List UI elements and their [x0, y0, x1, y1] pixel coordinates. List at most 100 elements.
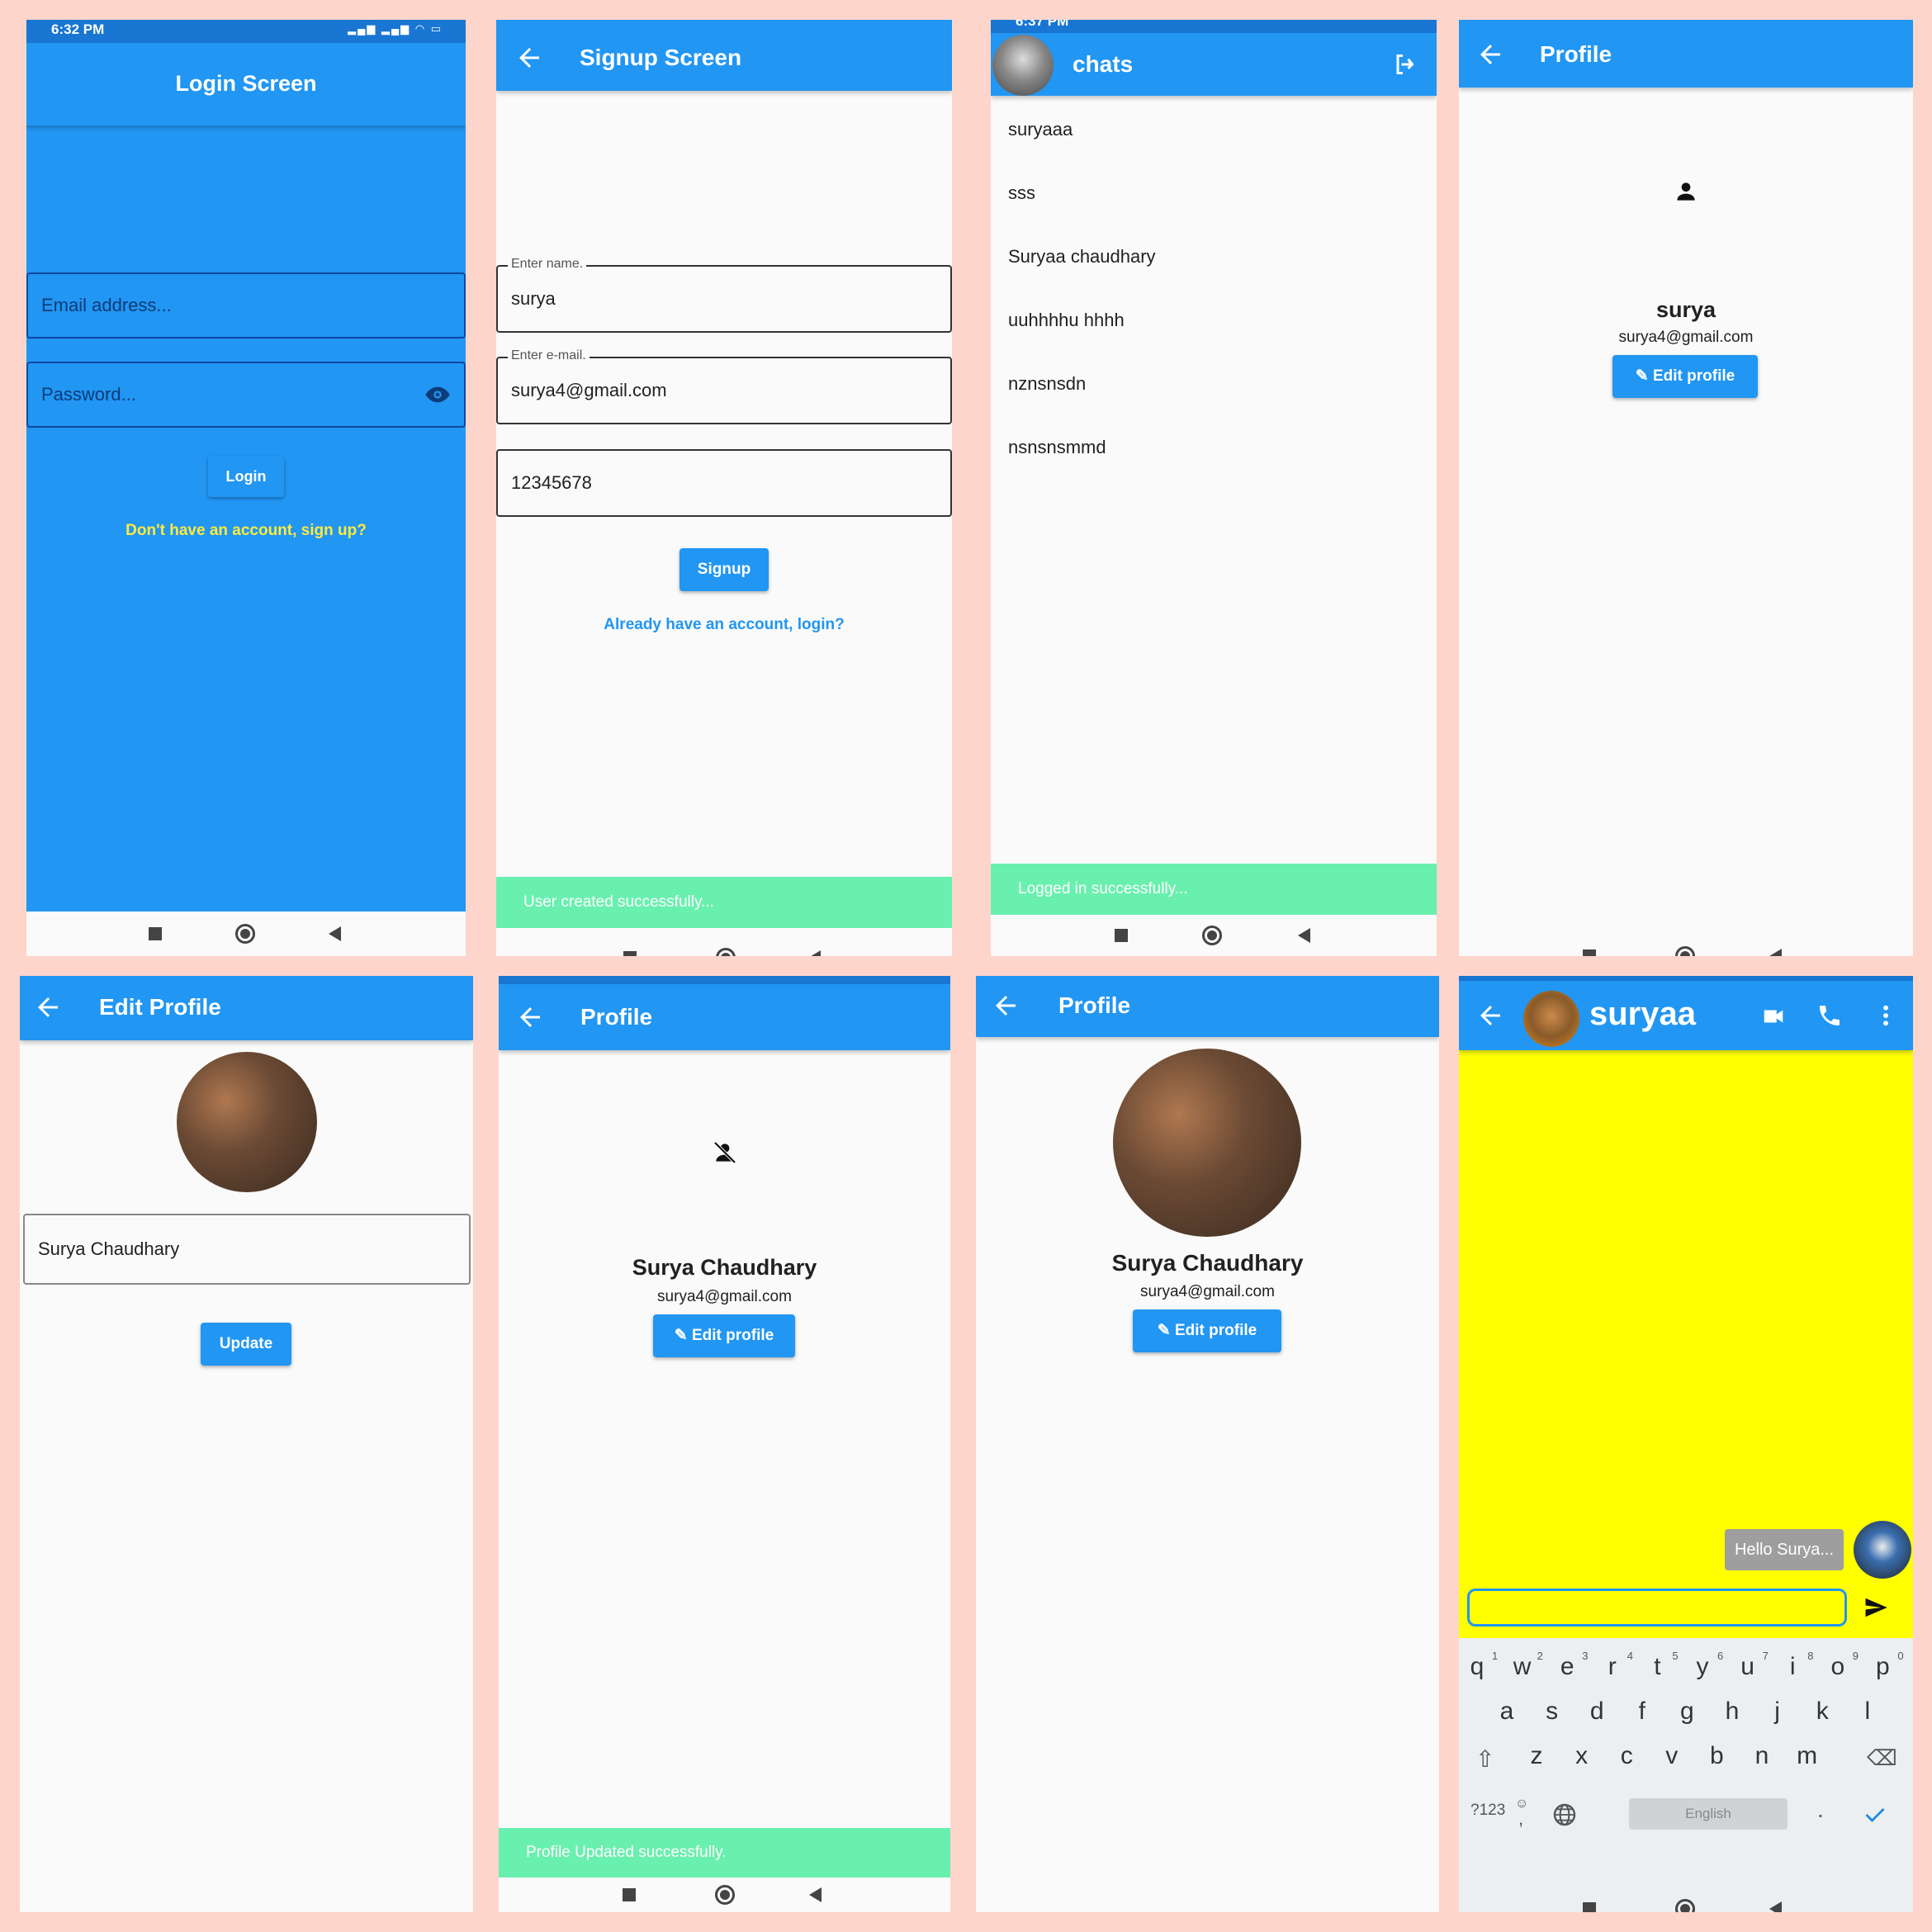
key-e[interactable]: e	[1551, 1653, 1584, 1681]
globe-icon[interactable]	[1551, 1802, 1578, 1828]
app-bar: Signup Screen	[496, 20, 952, 91]
check-icon[interactable]	[1862, 1803, 1888, 1826]
video-call-icon[interactable]	[1759, 1004, 1788, 1029]
password-field[interactable]: Password...	[26, 362, 466, 428]
profile-name: Surya Chaudhary	[632, 1255, 817, 1280]
key-o[interactable]: o	[1821, 1653, 1854, 1681]
key-v[interactable]: v	[1655, 1742, 1688, 1770]
key-g[interactable]: g	[1670, 1698, 1703, 1726]
key-t[interactable]: t	[1641, 1653, 1674, 1681]
more-vert-icon[interactable]	[1880, 1002, 1892, 1029]
send-icon[interactable]	[1862, 1595, 1890, 1620]
key-j[interactable]: j	[1761, 1698, 1794, 1726]
signup-screen: Signup Screen Enter name. surya Enter e-…	[496, 20, 952, 956]
key-c[interactable]: c	[1610, 1742, 1643, 1770]
back-arrow-icon[interactable]	[1475, 1001, 1505, 1030]
space-bar[interactable]: English	[1629, 1798, 1788, 1830]
chat-list-item[interactable]: suryaaa	[1008, 119, 1073, 140]
symbols-key[interactable]: ?123	[1470, 1802, 1505, 1820]
name-value: Surya Chaudhary	[38, 1238, 180, 1259]
back-nav-button[interactable]	[809, 1887, 822, 1902]
snackbar-text: Logged in successfully...	[1018, 880, 1188, 897]
key-m[interactable]: m	[1791, 1742, 1824, 1770]
back-arrow-icon[interactable]	[1475, 40, 1505, 69]
signup-button[interactable]: Signup	[680, 548, 769, 591]
phone-icon[interactable]	[1816, 1002, 1843, 1029]
back-nav-button[interactable]	[808, 950, 821, 956]
contact-avatar[interactable]	[1523, 991, 1579, 1047]
backspace-key[interactable]: ⌫	[1867, 1745, 1897, 1771]
email-field[interactable]: Enter e-mail. surya4@gmail.com	[496, 348, 952, 424]
key-i[interactable]: i	[1776, 1653, 1809, 1681]
login-link[interactable]: Already have an account, login?	[496, 616, 952, 634]
edit-profile-button[interactable]: ✎ Edit profile	[653, 1314, 795, 1357]
user-avatar[interactable]	[992, 35, 1054, 96]
logout-icon[interactable]	[1390, 50, 1420, 79]
shift-key[interactable]: ⇧	[1475, 1745, 1494, 1773]
chat-list-item[interactable]: Suryaa chaudhary	[1008, 246, 1156, 268]
key-y[interactable]: y	[1686, 1653, 1719, 1681]
profile-photo-screen: Profile Surya Chaudhary surya4@gmail.com…	[976, 976, 1439, 1912]
recents-button[interactable]	[1583, 949, 1596, 956]
app-bar: Edit Profile	[20, 976, 473, 1040]
recents-button[interactable]	[623, 1888, 636, 1901]
email-field[interactable]: Email address...	[26, 272, 466, 339]
key-p[interactable]: p	[1866, 1653, 1899, 1681]
login-button[interactable]: Login	[208, 456, 284, 497]
period-key[interactable]: .	[1817, 1797, 1824, 1823]
name-field[interactable]: Enter name. surya	[496, 257, 952, 333]
key-d[interactable]: d	[1580, 1698, 1613, 1726]
comma-key[interactable]: ,	[1518, 1808, 1523, 1830]
key-w[interactable]: w	[1506, 1653, 1539, 1681]
edit-profile-label: Edit profile	[691, 1327, 774, 1344]
home-button[interactable]	[716, 948, 736, 956]
email-value: surya4@gmail.com	[511, 380, 667, 400]
edit-profile-button[interactable]: ✎ Edit profile	[1133, 1309, 1281, 1352]
back-arrow-icon[interactable]	[515, 1002, 545, 1032]
key-z[interactable]: z	[1520, 1742, 1553, 1770]
password-field[interactable]: 12345678	[496, 449, 952, 517]
back-nav-button[interactable]	[1298, 928, 1310, 943]
name-value: surya	[511, 288, 556, 309]
edit-profile-button[interactable]: ✎ Edit profile	[1612, 355, 1758, 398]
signup-link[interactable]: Don't have an account, sign up?	[26, 522, 466, 540]
back-arrow-icon[interactable]	[514, 43, 544, 73]
back-nav-button[interactable]	[1769, 1901, 1782, 1912]
key-u[interactable]: u	[1731, 1653, 1764, 1681]
key-x[interactable]: x	[1565, 1742, 1598, 1770]
home-button[interactable]	[715, 1885, 735, 1905]
recents-button[interactable]	[149, 927, 162, 940]
back-arrow-icon[interactable]	[33, 992, 63, 1022]
eye-icon[interactable]	[424, 385, 451, 405]
recents-button[interactable]	[1115, 929, 1128, 942]
app-bar: chats	[991, 33, 1437, 96]
home-button[interactable]	[1675, 1899, 1695, 1912]
chat-list-item[interactable]: nznsnsdn	[1008, 373, 1086, 395]
key-b[interactable]: b	[1700, 1742, 1733, 1770]
name-field[interactable]: Surya Chaudhary	[23, 1214, 471, 1285]
chat-list-item[interactable]: nsnsnsmmd	[1008, 437, 1106, 458]
key-f[interactable]: f	[1626, 1698, 1659, 1726]
back-arrow-icon[interactable]	[991, 991, 1020, 1020]
key-r[interactable]: r	[1596, 1653, 1629, 1681]
back-nav-button[interactable]	[1769, 949, 1782, 956]
home-button[interactable]	[1202, 926, 1222, 945]
key-k[interactable]: k	[1806, 1698, 1839, 1726]
key-s[interactable]: s	[1536, 1698, 1569, 1726]
key-l[interactable]: l	[1851, 1698, 1884, 1726]
page-title: Signup Screen	[580, 45, 742, 70]
key-a[interactable]: a	[1490, 1698, 1523, 1726]
profile-photo[interactable]	[177, 1052, 317, 1192]
home-button[interactable]	[235, 924, 255, 944]
key-h[interactable]: h	[1716, 1698, 1749, 1726]
key-n[interactable]: n	[1745, 1742, 1778, 1770]
back-nav-button[interactable]	[329, 926, 341, 941]
recents-button[interactable]	[623, 951, 637, 956]
chat-list-item[interactable]: sss	[1008, 182, 1035, 204]
message-input[interactable]	[1467, 1589, 1847, 1627]
recents-button[interactable]	[1583, 1902, 1596, 1912]
home-button[interactable]	[1675, 946, 1695, 956]
chat-list-item[interactable]: uuhhhhu hhhh	[1008, 310, 1125, 331]
update-button[interactable]: Update	[201, 1323, 291, 1366]
key-q[interactable]: q	[1461, 1653, 1494, 1681]
